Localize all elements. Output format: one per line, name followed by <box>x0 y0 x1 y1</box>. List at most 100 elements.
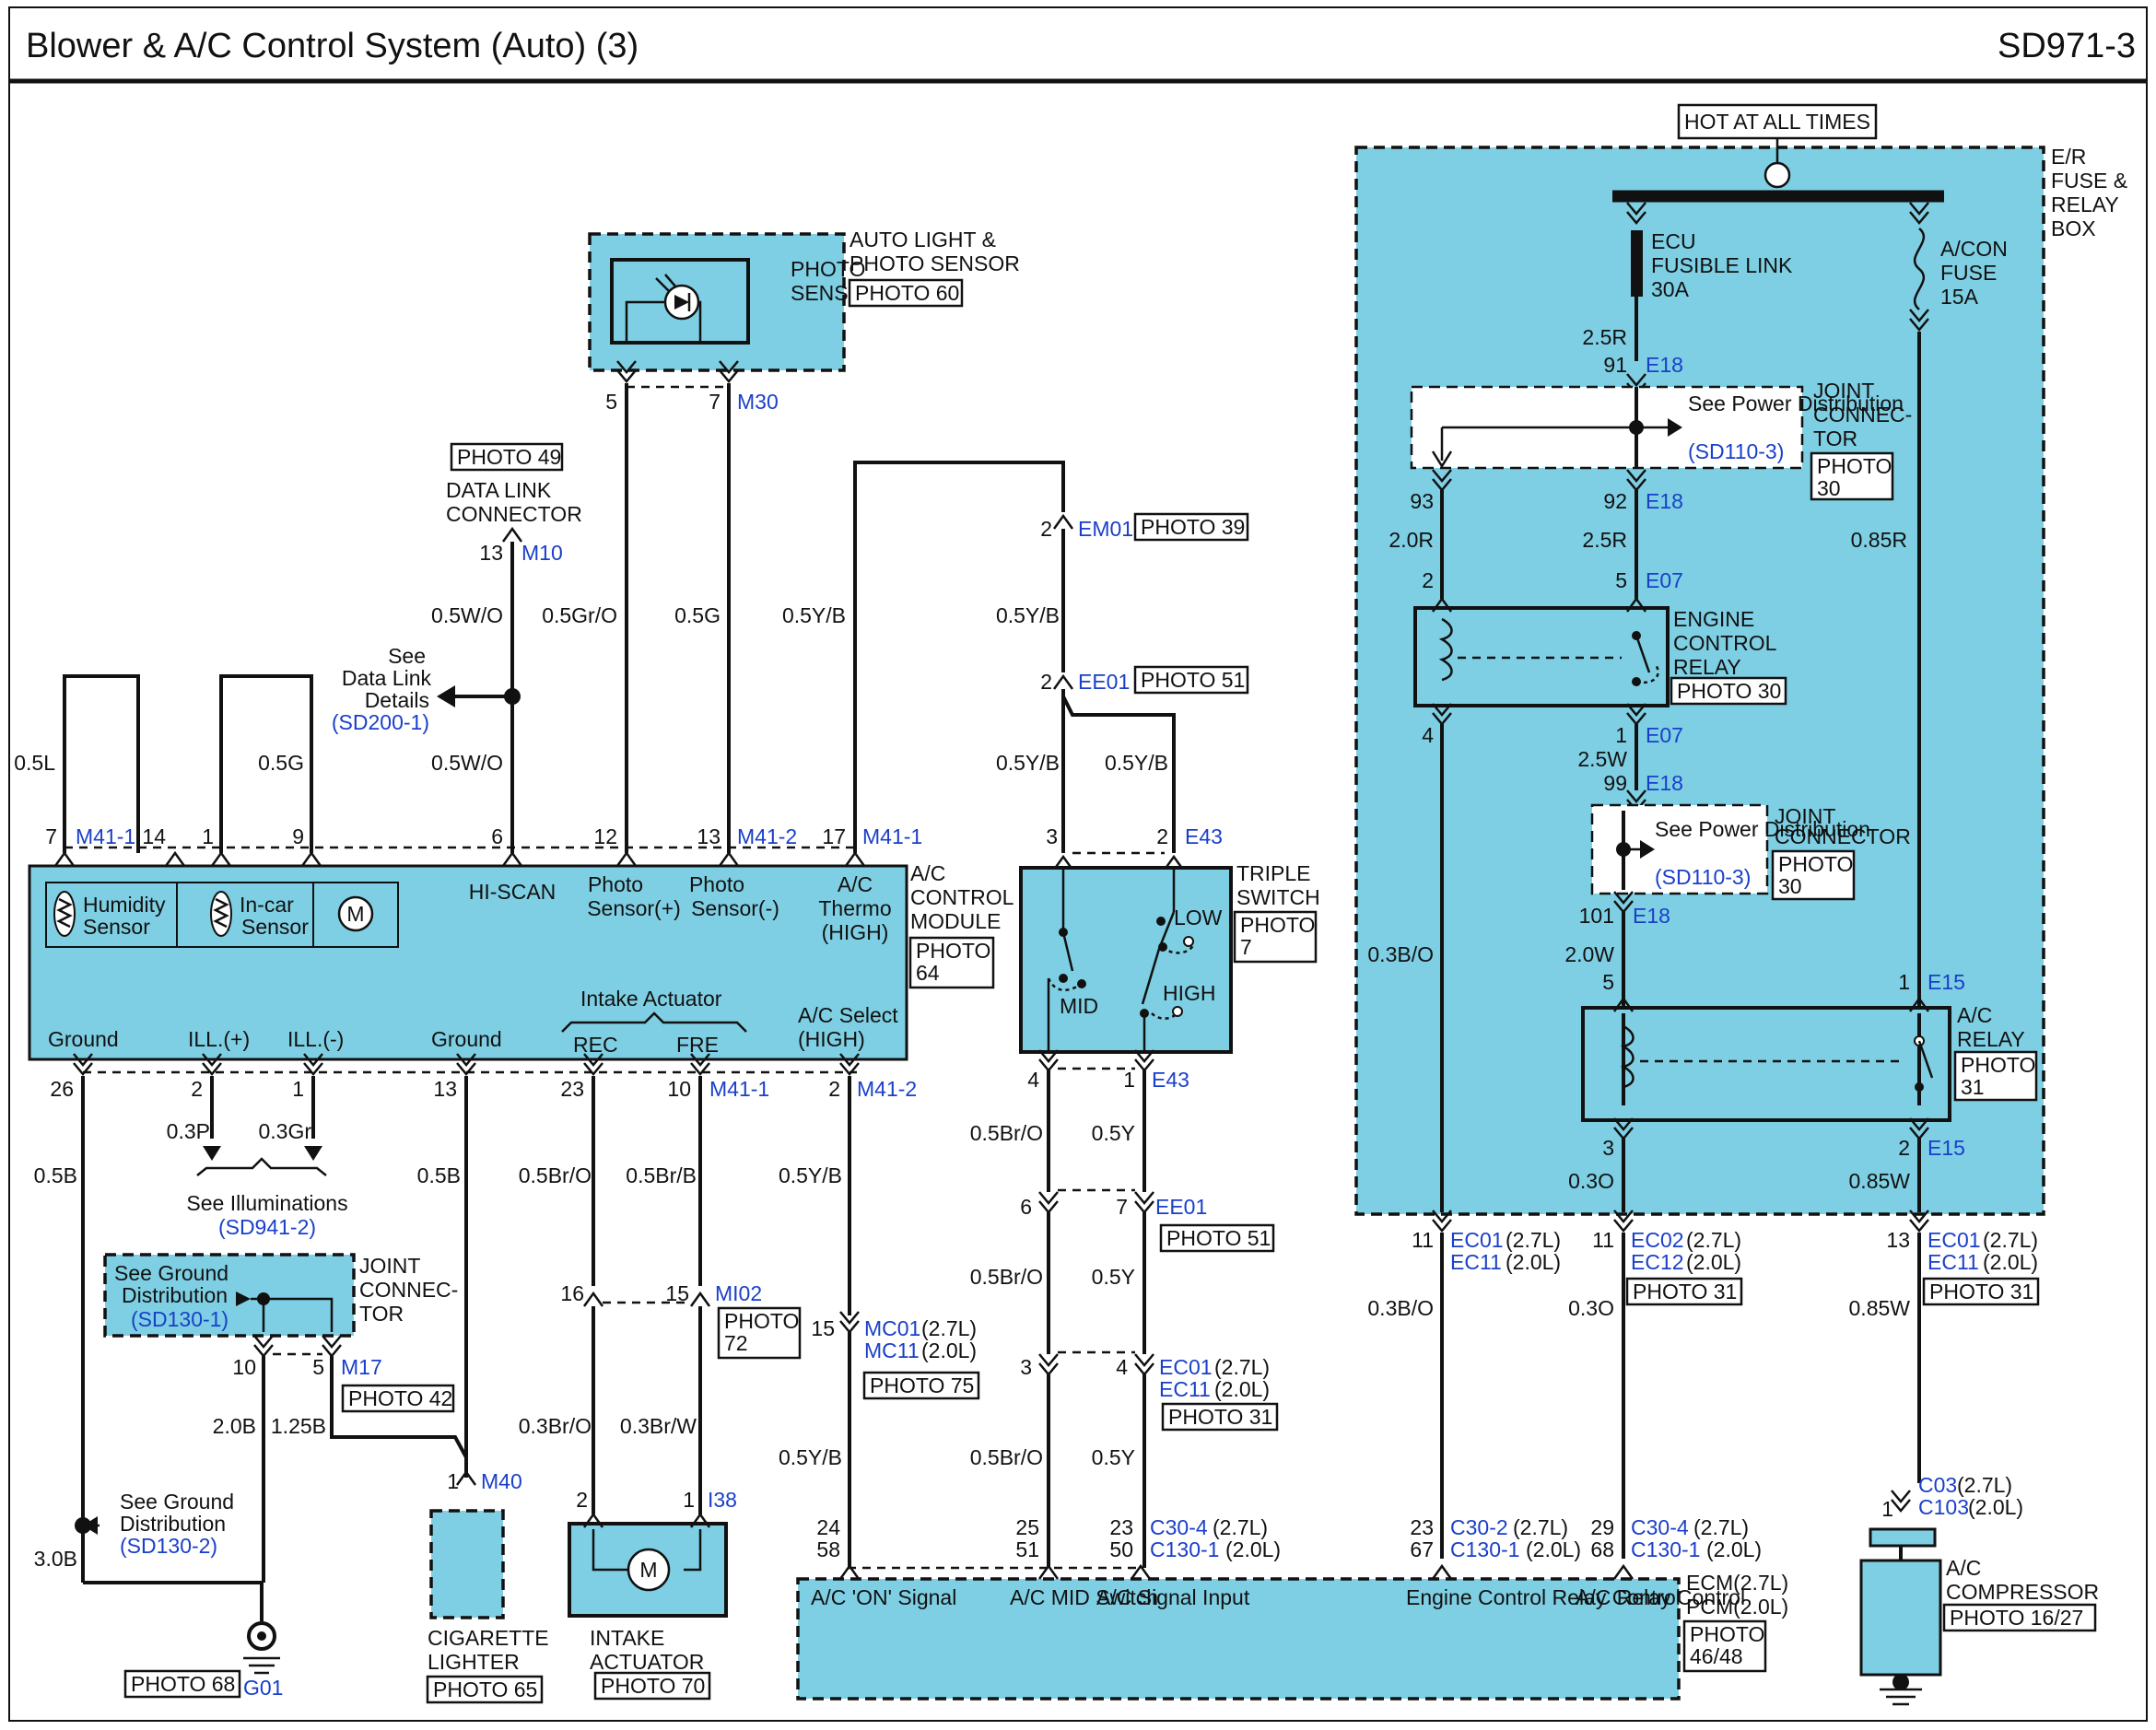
svg-text:0.85R: 0.85R <box>1851 528 1907 552</box>
svg-text:(2.0L): (2.0L) <box>1506 1250 1561 1274</box>
svg-text:PHOTO 42: PHOTO 42 <box>348 1386 452 1410</box>
triple-switch <box>1019 866 1233 1054</box>
svg-text:(SD110-3)[interactable]: (SD110-3) <box>1655 865 1751 889</box>
svg-text:E15: E15 <box>1928 1136 1965 1160</box>
svg-text:13: 13 <box>433 1077 457 1101</box>
engine-control-relay <box>1413 597 1670 726</box>
page-title: Blower & A/C Control System (Auto) (3) <box>26 27 639 65</box>
svg-text:23: 23 <box>1109 1515 1133 1539</box>
svg-text:MI02: MI02 <box>715 1281 762 1305</box>
svg-text:25: 25 <box>1015 1515 1039 1539</box>
svg-text:68: 68 <box>1590 1537 1614 1561</box>
svg-text:58: 58 <box>816 1537 840 1561</box>
svg-text:0.5Br/B: 0.5Br/B <box>626 1163 697 1187</box>
svg-text:(2.7L): (2.7L) <box>1506 1228 1561 1252</box>
svg-text:0.3Br/W: 0.3Br/W <box>620 1414 697 1438</box>
svg-text:C130-1: C130-1 <box>1450 1537 1519 1561</box>
svg-text:A/C 'ON' Signal: A/C 'ON' Signal <box>811 1585 956 1609</box>
svg-text:24: 24 <box>816 1515 840 1539</box>
auto-light-label: AUTO LIGHT & PHOTO SENSOR <box>850 228 1020 275</box>
see-ground-distribution-2[interactable]: See Ground Distribution <box>120 1490 234 1536</box>
svg-text:0.5Y/B: 0.5Y/B <box>779 1163 842 1187</box>
svg-text:HIGH: HIGH <box>1163 981 1216 1005</box>
svg-text:EC02: EC02 <box>1631 1228 1684 1252</box>
svg-text:(2.7L): (2.7L) <box>1686 1228 1741 1252</box>
svg-text:(2.7L): (2.7L) <box>1513 1515 1568 1539</box>
ecm-pcm-module: A/C 'ON' Signal A/C MID Switch A/C Signa… <box>796 1577 1745 1701</box>
svg-text:PHOTO 51: PHOTO 51 <box>1166 1226 1271 1250</box>
svg-text:0.85W: 0.85W <box>1849 1296 1911 1320</box>
svg-text:FRE: FRE <box>676 1033 719 1057</box>
see-illuminations[interactable]: See Illuminations <box>186 1191 347 1215</box>
svg-text:EC01: EC01 <box>1928 1228 1981 1252</box>
svg-text:0.3B/O: 0.3B/O <box>1367 1296 1434 1320</box>
svg-text:0.5Y: 0.5Y <box>1092 1121 1135 1145</box>
arrow-left-icon <box>437 685 455 707</box>
svg-text:1: 1 <box>292 1077 304 1101</box>
svg-text:5: 5 <box>1602 970 1614 994</box>
svg-text:4: 4 <box>1027 1068 1039 1092</box>
svg-text:E18: E18 <box>1646 353 1683 377</box>
svg-text:(2.0L): (2.0L) <box>1706 1537 1762 1561</box>
svg-text:PHOTO 65: PHOTO 65 <box>433 1677 537 1701</box>
svg-text:M41-1: M41-1 <box>76 824 135 848</box>
svg-text:1: 1 <box>1881 1497 1893 1521</box>
svg-text:6: 6 <box>1020 1195 1032 1219</box>
svg-text:(SD130-1)[interactable]: (SD130-1) <box>131 1307 228 1331</box>
svg-text:0.5Gr/O: 0.5Gr/O <box>542 603 617 627</box>
svg-text:EM01: EM01 <box>1078 517 1133 541</box>
svg-text:4: 4 <box>1116 1355 1128 1379</box>
svg-text:92: 92 <box>1603 489 1627 513</box>
svg-text:0.5Y/B: 0.5Y/B <box>996 603 1060 627</box>
svg-text:7: 7 <box>709 390 721 414</box>
svg-text:3: 3 <box>1602 1136 1614 1160</box>
see-data-link-details[interactable]: See Data Link Details <box>342 644 432 712</box>
svg-text:EC11: EC11 <box>1450 1250 1502 1274</box>
svg-text:67: 67 <box>1410 1537 1434 1561</box>
ac-relay <box>1581 997 1951 1140</box>
svg-text:0.3O: 0.3O <box>1568 1296 1614 1320</box>
auto-light-photo-sensor <box>588 232 846 383</box>
svg-text:23: 23 <box>1410 1515 1434 1539</box>
triple-switch-label: TRIPLE SWITCH <box>1236 861 1320 909</box>
svg-text:6: 6 <box>491 824 503 848</box>
svg-text:MC01: MC01 <box>864 1316 920 1340</box>
svg-text:C30-4: C30-4 <box>1150 1515 1208 1539</box>
svg-text:1: 1 <box>202 824 214 848</box>
svg-text:EC01: EC01 <box>1450 1228 1504 1252</box>
svg-text:2: 2 <box>1898 1136 1910 1160</box>
svg-text:(SD110-3)[interactable]: (SD110-3) <box>1688 439 1784 463</box>
svg-text:(SD130-2)[interactable]: (SD130-2) <box>120 1534 217 1558</box>
svg-text:1.25B: 1.25B <box>271 1414 326 1438</box>
svg-text:0.5B: 0.5B <box>417 1163 461 1187</box>
svg-text:M30: M30 <box>737 390 779 414</box>
svg-text:Intake Actuator: Intake Actuator <box>580 987 722 1011</box>
svg-text:(2.0L): (2.0L) <box>1968 1495 2023 1519</box>
svg-text:2.5W: 2.5W <box>1577 747 1627 771</box>
svg-text:101: 101 <box>1579 904 1614 928</box>
svg-text:0.85W: 0.85W <box>1849 1169 1911 1193</box>
svg-text:(SD941-2)[interactable]: (SD941-2) <box>218 1215 316 1239</box>
svg-text:0.5Y: 0.5Y <box>1092 1445 1135 1469</box>
ecm-pcm-label: ECM(2.7L) PCM(2.0L) <box>1686 1571 1788 1619</box>
cigarette-lighter <box>429 1509 505 1619</box>
svg-text:REC: REC <box>573 1033 618 1057</box>
svg-text:0.3B/O: 0.3B/O <box>1367 942 1434 966</box>
svg-text:MID: MID <box>1060 994 1098 1018</box>
see-ground-distribution-1[interactable]: See Ground Distribution <box>114 1261 228 1307</box>
svg-text:2.0W: 2.0W <box>1564 942 1614 966</box>
svg-text:PHOTO 39: PHOTO 39 <box>1141 515 1245 539</box>
svg-text:PHOTO 16/27: PHOTO 16/27 <box>1950 1606 2083 1630</box>
svg-text:LOW: LOW <box>1174 906 1223 929</box>
joint-connector-m17-label: JOINT CONNEC-TOR <box>359 1254 458 1326</box>
svg-text:0.3P: 0.3P <box>167 1119 210 1143</box>
svg-text:I38: I38 <box>708 1488 737 1512</box>
svg-text:(SD200-1)[interactable]: (SD200-1) <box>332 710 429 734</box>
svg-text:EE01: EE01 <box>1078 670 1130 694</box>
er-fuse-relay-box-label: E/R FUSE & RELAY BOX <box>2051 145 2127 240</box>
svg-text:M: M <box>346 902 364 926</box>
svg-text:0.5Y: 0.5Y <box>1092 1265 1135 1289</box>
svg-text:0.5Br/O: 0.5Br/O <box>970 1121 1043 1145</box>
ac-control-module-label: A/C CONTROL MODULE <box>910 861 1014 933</box>
svg-text:C30-4: C30-4 <box>1631 1515 1689 1539</box>
